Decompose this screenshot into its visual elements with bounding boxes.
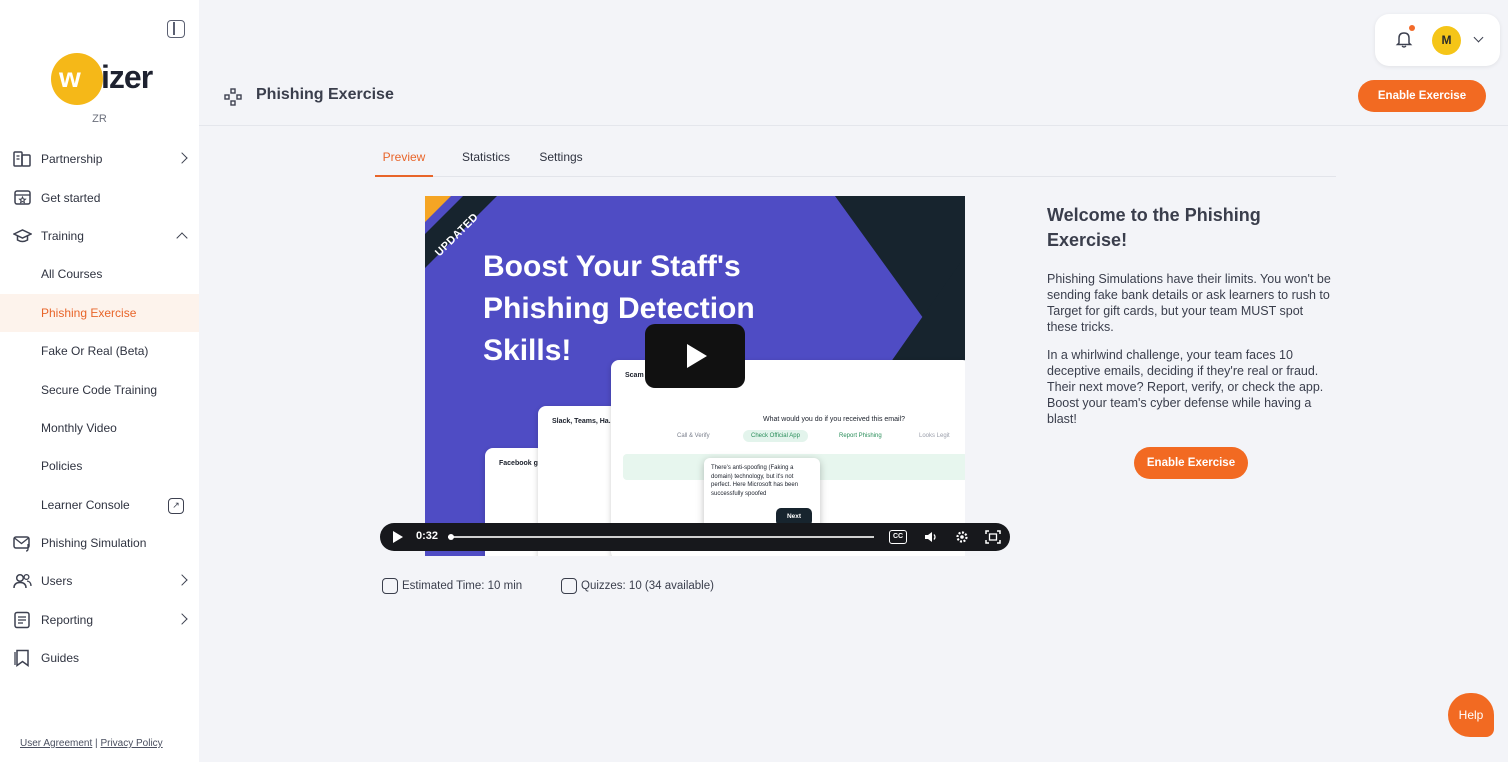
sidebar-item-reporting[interactable]: Reporting	[0, 601, 199, 639]
sidebar-item-monthly-video[interactable]: Monthly Video	[0, 409, 199, 447]
calendar-star-icon	[14, 190, 31, 206]
user-agreement-link[interactable]: User Agreement	[20, 738, 92, 749]
video-progress[interactable]	[448, 534, 874, 540]
option-report: Report Phishing	[839, 433, 882, 439]
description-paragraph: Phishing Simulations have their limits. …	[1047, 272, 1331, 334]
notification-dot	[1409, 25, 1415, 31]
quiz-stack-icon	[561, 578, 577, 594]
video-time: 0:32	[416, 530, 439, 542]
sidebar-nav: Partnership Get started Training All Cou…	[0, 140, 199, 677]
footer-links: User Agreement | Privacy Policy	[20, 738, 163, 749]
tab-statistics[interactable]: Statistics	[455, 140, 517, 177]
sidebar-item-label: Phishing Simulation	[41, 536, 147, 551]
chevron-right-icon	[176, 574, 188, 586]
sidebar-item-training[interactable]: Training	[0, 217, 199, 255]
chevron-down-icon[interactable]	[1473, 32, 1484, 43]
chevron-up-icon	[176, 232, 188, 244]
sidebar-item-label: Phishing Exercise	[41, 305, 137, 320]
avatar[interactable]: M	[1432, 26, 1461, 55]
sidebar-item-partnership[interactable]: Partnership	[0, 140, 199, 178]
sidebar-item-label: Reporting	[41, 612, 94, 627]
sidebar-item-phishing-simulation[interactable]: Phishing Simulation	[0, 524, 199, 562]
option-legit: Looks Legit	[919, 433, 950, 439]
sidebar-item-users[interactable]: Users	[0, 562, 199, 600]
sidebar-item-label: Training	[41, 228, 84, 243]
graduation-cap-icon	[13, 228, 32, 243]
card-title: Scam	[625, 372, 644, 379]
sidebar-item-label: All Courses	[41, 267, 103, 282]
report-icon	[14, 611, 30, 628]
sidebar-item-label: Learner Console	[41, 497, 130, 512]
logo-mark: w	[51, 53, 103, 105]
sidebar-item-label: Secure Code Training	[41, 382, 158, 397]
sidebar: w izer ZR Partnership Get started Traini…	[0, 0, 199, 762]
logo-text: izer	[101, 59, 153, 95]
description-paragraph: In a whirlwind challenge, your team face…	[1047, 348, 1324, 426]
card-question: What would you do if you received this e…	[763, 416, 906, 423]
chevron-right-icon	[176, 152, 188, 164]
progress-thumb[interactable]	[448, 534, 454, 540]
card-title: Slack, Teams, Ha...	[552, 418, 615, 425]
tab-bar: Preview Statistics Settings	[375, 140, 1336, 177]
mail-hook-icon	[13, 536, 30, 552]
sidebar-item-guides[interactable]: Guides	[0, 639, 199, 677]
description-title: Welcome to the Phishing Exercise!	[1047, 205, 1261, 250]
sidebar-item-label: Partnership	[41, 152, 103, 167]
sidebar-item-label: Monthly Video	[41, 420, 117, 435]
users-icon	[13, 574, 32, 589]
sidebar-item-label: Policies	[41, 459, 83, 474]
sidebar-item-secure-code-training[interactable]: Secure Code Training	[0, 370, 199, 408]
clock-check-icon	[382, 578, 398, 594]
play-button[interactable]	[645, 324, 745, 388]
enable-exercise-header-button[interactable]: Enable Exercise	[1358, 80, 1486, 112]
quizzes-label: Quizzes: 10 (34 available)	[581, 580, 714, 592]
popup-text: There's anti-spoofing (Faking a domain) …	[711, 465, 799, 497]
gamepad-icon	[224, 88, 242, 106]
fullscreen-icon[interactable]	[985, 530, 1001, 544]
chevron-right-icon	[176, 613, 188, 625]
exercise-description: Welcome to the Phishing Exercise! Phishi…	[1047, 203, 1337, 439]
enable-exercise-button[interactable]: Enable Exercise	[1134, 447, 1248, 479]
external-link-icon: ↗	[168, 497, 184, 514]
sidebar-item-learner-console[interactable]: Learner Console ↗	[0, 486, 199, 524]
sidebar-item-label: Fake Or Real (Beta)	[41, 344, 149, 359]
bookmark-icon	[14, 649, 29, 668]
sidebar-item-policies[interactable]: Policies	[0, 447, 199, 485]
sidebar-item-label: Guides	[41, 651, 80, 666]
wizer-logo[interactable]: w izer	[51, 53, 155, 105]
headline-line: Boost Your Staff's	[483, 250, 741, 283]
captions-icon[interactable]: CC	[889, 530, 907, 544]
page-header: Phishing Exercise Enable Exercise	[199, 66, 1508, 126]
sidebar-item-fake-or-real[interactable]: Fake Or Real (Beta)	[0, 332, 199, 370]
privacy-policy-link[interactable]: Privacy Policy	[100, 738, 162, 749]
volume-icon[interactable]	[923, 530, 939, 544]
estimated-time: Estimated Time: 10 min	[382, 578, 522, 594]
video-controls: 0:32 CC	[380, 523, 1010, 551]
option-call: Call & Verify	[677, 433, 710, 439]
settings-gear-icon[interactable]	[954, 530, 970, 544]
sidebar-item-all-courses[interactable]: All Courses	[0, 255, 199, 293]
ribbon-accent	[425, 196, 451, 222]
sidebar-collapse-icon[interactable]	[167, 20, 185, 38]
sidebar-item-phishing-exercise[interactable]: Phishing Exercise	[0, 293, 199, 332]
sidebar-item-label: Get started	[41, 190, 101, 205]
option-app: Check Official App	[743, 430, 808, 442]
tab-preview[interactable]: Preview	[375, 140, 433, 177]
bell-icon[interactable]	[1395, 30, 1413, 48]
quizzes-count: Quizzes: 10 (34 available)	[561, 578, 714, 594]
tab-settings[interactable]: Settings	[533, 140, 589, 177]
sidebar-item-get-started[interactable]: Get started	[0, 178, 199, 216]
page-title: Phishing Exercise	[256, 86, 394, 103]
play-icon[interactable]	[393, 531, 403, 543]
org-label: ZR	[92, 113, 107, 125]
video-player[interactable]: UPDATED Boost Your Staff's Phishing Dete…	[425, 196, 965, 556]
sidebar-item-label: Users	[41, 574, 73, 589]
estimated-time-label: Estimated Time: 10 min	[402, 580, 523, 592]
partnership-icon	[13, 151, 31, 167]
footer-separator: |	[95, 738, 98, 749]
help-button[interactable]: Help	[1448, 693, 1494, 737]
user-menu[interactable]: M	[1375, 14, 1500, 66]
